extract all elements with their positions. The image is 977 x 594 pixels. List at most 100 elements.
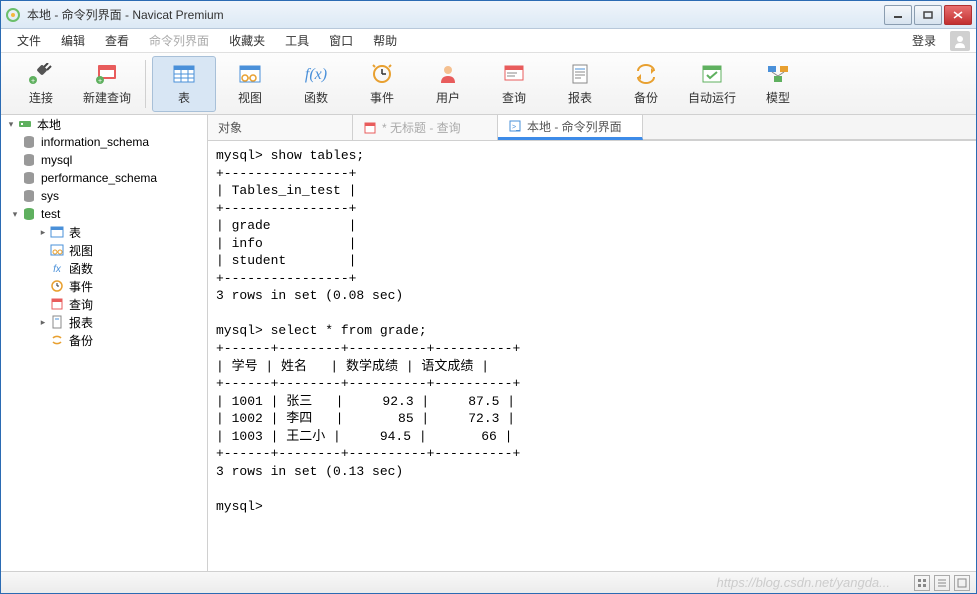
toolbar-backup[interactable]: 备份 — [614, 56, 678, 112]
window-title: 本地 - 命令列界面 - Navicat Premium — [27, 6, 884, 23]
database-active-icon — [21, 206, 37, 222]
caret-right-icon: ▸ — [37, 227, 49, 238]
toolbar-report[interactable]: 报表 — [548, 56, 612, 112]
toolbar-model[interactable]: 模型 — [746, 56, 810, 112]
minimize-button[interactable] — [884, 5, 912, 25]
toolbar-view[interactable]: 视图 — [218, 56, 282, 112]
tab-untitled-query[interactable]: * 无标题 - 查询 — [353, 115, 498, 140]
query-icon — [49, 296, 65, 312]
tree-db-sys[interactable]: sys — [1, 187, 207, 205]
toolbar-table-label: 表 — [178, 89, 190, 106]
tree-events[interactable]: 事件 — [1, 277, 207, 295]
tree-events-label: 事件 — [69, 278, 93, 295]
tree-functions[interactable]: fx 函数 — [1, 259, 207, 277]
view-icon — [49, 242, 65, 258]
close-button[interactable] — [944, 5, 972, 25]
tree-functions-label: 函数 — [69, 260, 93, 277]
status-grid-icon[interactable] — [914, 575, 930, 591]
tree-backups-label: 备份 — [69, 332, 93, 349]
caret-down-icon: ▾ — [9, 209, 21, 220]
toolbar-autorun-label: 自动运行 — [688, 89, 736, 106]
toolbar-query[interactable]: 查询 — [482, 56, 546, 112]
svg-text:+: + — [98, 78, 102, 85]
toolbar-event[interactable]: 事件 — [350, 56, 414, 112]
database-icon — [21, 170, 37, 186]
toolbar: + 连接 + 新建查询 表 视图 f(x) 函数 事件 用户 查询 报表 备份 … — [1, 53, 976, 115]
tree-connection[interactable]: ▾ 本地 — [1, 115, 207, 133]
status-list-icon[interactable] — [934, 575, 950, 591]
tab-cli-label: 本地 - 命令列界面 — [527, 118, 622, 135]
new-query-icon: + — [93, 61, 121, 87]
tree-db-label: sys — [41, 189, 59, 203]
menu-tools[interactable]: 工具 — [275, 29, 319, 52]
tree-db-perf-schema[interactable]: performance_schema — [1, 169, 207, 187]
menu-file[interactable]: 文件 — [7, 29, 51, 52]
status-detail-icon[interactable] — [954, 575, 970, 591]
tree-db-test[interactable]: ▾ test — [1, 205, 207, 223]
tree-db-info-schema[interactable]: information_schema — [1, 133, 207, 151]
statusbar: https://blog.csdn.net/yangda... — [1, 571, 976, 593]
app-icon — [5, 7, 21, 23]
table-icon — [49, 224, 65, 240]
plug-icon: + — [27, 61, 55, 87]
report-icon — [49, 314, 65, 330]
view-icon — [236, 61, 264, 87]
report-icon — [566, 61, 594, 87]
tree-db-label: information_schema — [41, 135, 149, 149]
terminal-output[interactable]: mysql> show tables; +----------------+ |… — [208, 141, 976, 571]
toolbar-event-label: 事件 — [370, 89, 394, 106]
tree-queries[interactable]: 查询 — [1, 295, 207, 313]
tab-cli[interactable]: >_ 本地 - 命令列界面 — [498, 115, 643, 140]
toolbar-connect-label: 连接 — [29, 89, 53, 106]
database-icon — [21, 134, 37, 150]
tab-objects-label: 对象 — [218, 119, 242, 136]
autorun-icon — [698, 61, 726, 87]
menu-login[interactable]: 登录 — [902, 29, 946, 52]
tree-db-label: performance_schema — [41, 171, 157, 185]
tabs: 对象 * 无标题 - 查询 >_ 本地 - 命令列界面 — [208, 115, 976, 141]
model-icon — [764, 61, 792, 87]
clock-icon — [368, 61, 396, 87]
menu-favorites[interactable]: 收藏夹 — [219, 29, 275, 52]
caret-right-icon: ▸ — [37, 317, 49, 328]
function-icon: fx — [49, 260, 65, 276]
toolbar-user[interactable]: 用户 — [416, 56, 480, 112]
tree-backups[interactable]: 备份 — [1, 331, 207, 349]
tree-tables[interactable]: ▸ 表 — [1, 223, 207, 241]
menu-window[interactable]: 窗口 — [319, 29, 363, 52]
tree-views[interactable]: 视图 — [1, 241, 207, 259]
maximize-button[interactable] — [914, 5, 942, 25]
tab-untitled-label: * 无标题 - 查询 — [382, 119, 461, 136]
menu-view[interactable]: 查看 — [95, 29, 139, 52]
menu-cli[interactable]: 命令列界面 — [139, 29, 219, 52]
terminal-icon: >_ — [508, 119, 522, 133]
titlebar: 本地 - 命令列界面 - Navicat Premium — [1, 1, 976, 29]
tree-db-mysql[interactable]: mysql — [1, 151, 207, 169]
query-icon — [500, 61, 528, 87]
toolbar-table[interactable]: 表 — [152, 56, 216, 112]
toolbar-model-label: 模型 — [766, 89, 790, 106]
avatar-icon[interactable] — [950, 31, 970, 51]
tree-queries-label: 查询 — [69, 296, 93, 313]
menu-help[interactable]: 帮助 — [363, 29, 407, 52]
tab-objects[interactable]: 对象 — [208, 115, 353, 140]
toolbar-autorun[interactable]: 自动运行 — [680, 56, 744, 112]
watermark: https://blog.csdn.net/yangda... — [717, 575, 890, 590]
database-icon — [21, 152, 37, 168]
toolbar-new-query[interactable]: + 新建查询 — [75, 56, 139, 112]
toolbar-connect[interactable]: + 连接 — [9, 56, 73, 112]
menubar: 文件 编辑 查看 命令列界面 收藏夹 工具 窗口 帮助 登录 — [1, 29, 976, 53]
toolbar-query-label: 查询 — [502, 89, 526, 106]
menu-edit[interactable]: 编辑 — [51, 29, 95, 52]
tree-db-label: mysql — [41, 153, 72, 167]
query-icon — [363, 121, 377, 135]
toolbar-function[interactable]: f(x) 函数 — [284, 56, 348, 112]
toolbar-new-query-label: 新建查询 — [83, 89, 131, 106]
toolbar-view-label: 视图 — [238, 89, 262, 106]
toolbar-report-label: 报表 — [568, 89, 592, 106]
svg-text:+: + — [31, 78, 35, 85]
tree-reports[interactable]: ▸ 报表 — [1, 313, 207, 331]
user-icon — [434, 61, 462, 87]
table-icon — [170, 61, 198, 87]
sidebar[interactable]: ▾ 本地 information_schema mysql performanc… — [1, 115, 208, 571]
